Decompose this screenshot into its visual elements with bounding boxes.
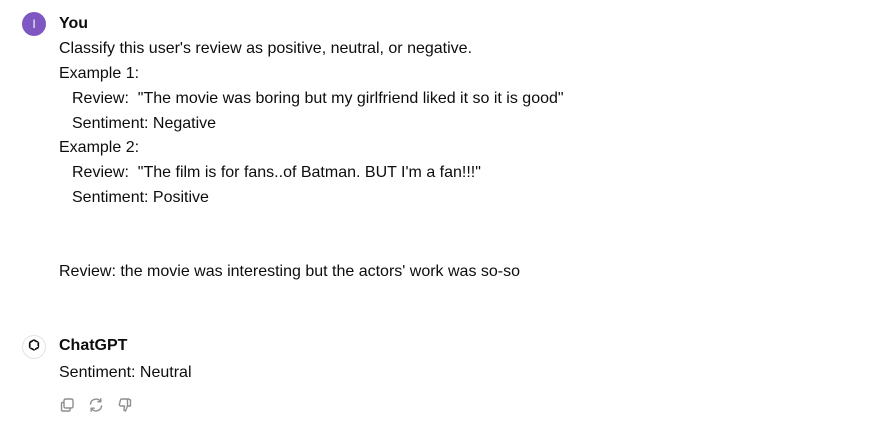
assistant-response: Sentiment: Neutral <box>59 364 192 381</box>
user-message: I You Classify this user's review as pos… <box>0 0 875 300</box>
example-2-heading: Example 2: <box>59 139 140 156</box>
regenerate-icon <box>88 397 104 413</box>
regenerate-button[interactable] <box>87 396 105 414</box>
response-actions <box>58 396 134 414</box>
assistant-avatar <box>22 335 46 359</box>
assistant-author-name: ChatGPT <box>59 337 128 354</box>
thumbs-down-button[interactable] <box>116 396 134 414</box>
prompt-instruction: Classify this user's review as positive,… <box>59 40 473 57</box>
example-1-review: Review: "The movie was boring but my gir… <box>72 90 564 107</box>
example-2-review: Review: "The film is for fans..of Batman… <box>72 164 481 181</box>
example-2-sentiment: Sentiment: Positive <box>72 189 209 206</box>
user-avatar-initial: I <box>32 17 36 31</box>
user-avatar: I <box>22 12 46 36</box>
user-author-name: You <box>59 15 89 32</box>
target-review: Review: the movie was interesting but th… <box>59 263 521 280</box>
copy-icon <box>59 397 75 413</box>
example-1-sentiment: Sentiment: Negative <box>72 115 217 132</box>
openai-logo-icon <box>26 337 42 358</box>
thumbs-down-icon <box>117 397 133 413</box>
copy-button[interactable] <box>58 396 76 414</box>
example-1-heading: Example 1: <box>59 65 140 82</box>
